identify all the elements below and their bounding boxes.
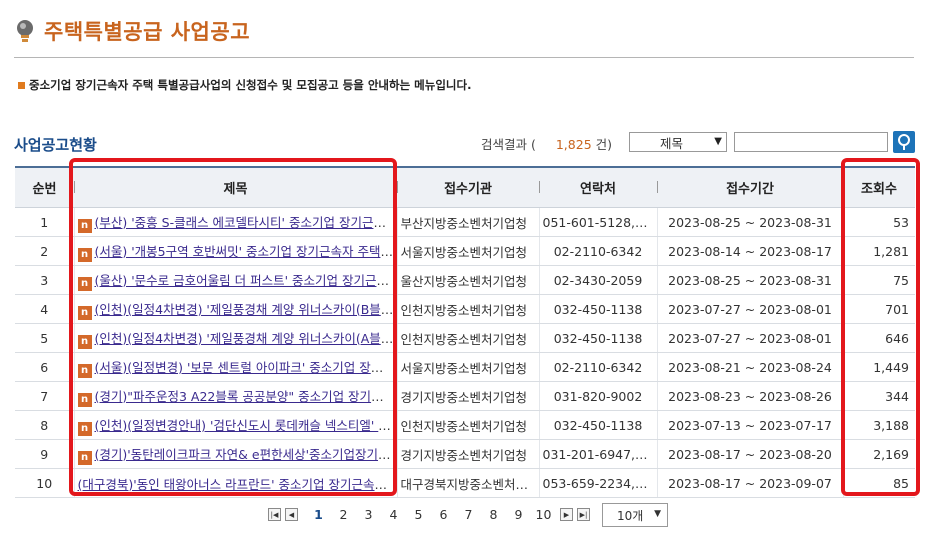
lightbulb-icon [14, 18, 36, 44]
row-number: 3 [15, 265, 74, 295]
page-number-link[interactable]: 10 [531, 507, 556, 522]
result-count: 1,825 [555, 137, 592, 152]
page-number-link[interactable]: 6 [431, 507, 456, 522]
row-agency: 서울지방중소벤처기업청 [396, 352, 539, 382]
row-number: 7 [15, 381, 74, 411]
row-period: 2023-08-17 ~ 2023-08-20 [656, 439, 843, 469]
search-field-select[interactable]: 제목 ▼ [629, 132, 727, 152]
row-agency: 대구경북지방중소벤처기업청 [396, 468, 539, 498]
row-number: 1 [15, 207, 74, 237]
search-icon [898, 134, 910, 150]
result-label: 검색결과 ( [481, 137, 536, 152]
row-period: 2023-08-17 ~ 2023-09-07 [656, 468, 843, 498]
row-period: 2023-07-27 ~ 2023-08-01 [656, 294, 843, 324]
page-size-select[interactable]: 10개 ▼ [602, 503, 668, 527]
row-period: 2023-08-25 ~ 2023-08-31 [656, 265, 843, 295]
page-number-link[interactable]: 5 [406, 507, 431, 522]
row-period: 2023-08-21 ~ 2023-08-24 [656, 352, 843, 382]
row-number: 2 [15, 236, 74, 266]
row-number: 9 [15, 439, 74, 469]
row-contact: 032-450-1138 [538, 294, 657, 324]
page-number-link[interactable]: 4 [381, 507, 406, 522]
row-period: 2023-08-23 ~ 2023-08-26 [656, 381, 843, 411]
search-result-count: 검색결과 ( 1,825 건) [481, 134, 612, 153]
row-agency: 인천지방중소벤처기업청 [396, 410, 539, 440]
row-agency: 울산지방중소벤처기업청 [396, 265, 539, 295]
row-contact: 031-201-6947,6948 [538, 439, 657, 469]
row-number: 10 [15, 468, 74, 498]
row-agency: 인천지방중소벤처기업청 [396, 323, 539, 353]
result-unit: 건) [595, 137, 613, 152]
page-number-link[interactable]: 3 [356, 507, 381, 522]
row-number: 5 [15, 323, 74, 353]
page-header: 주택특별공급 사업공고 [14, 14, 250, 48]
row-number: 4 [15, 294, 74, 324]
row-number: 6 [15, 352, 74, 382]
pagination: |◀ ◀ 1 2 3 4 5 6 7 8 9 10 ▶ ▶| [268, 507, 594, 522]
views-column-highlight [841, 158, 920, 496]
header-no: 순번 [15, 166, 74, 208]
row-contact: 031-820-9002 [538, 381, 657, 411]
page-number-link[interactable]: 1 [306, 507, 331, 522]
header-contact: 연락처 [539, 166, 657, 208]
row-agency: 서울지방중소벤처기업청 [396, 236, 539, 266]
header-agency: 접수기관 [397, 166, 539, 208]
row-agency: 부산지방중소벤처기업청 [396, 207, 539, 237]
row-contact: 02-3430-2059 [538, 265, 657, 295]
chevron-down-icon: ▼ [714, 136, 722, 147]
page-number-link[interactable]: 2 [331, 507, 356, 522]
row-contact: 02-2110-6342 [538, 352, 657, 382]
row-contact: 02-2110-6342 [538, 236, 657, 266]
row-agency: 인천지방중소벤처기업청 [396, 294, 539, 324]
row-contact: 032-450-1138 [538, 410, 657, 440]
prev-page-button[interactable]: ◀ [285, 508, 298, 521]
header-period: 접수기간 [657, 166, 843, 208]
row-contact: 051-601-5128,5129 [538, 207, 657, 237]
page-number-link[interactable]: 9 [506, 507, 531, 522]
row-agency: 경기지방중소벤처기업청 [396, 439, 539, 469]
description-text: 중소기업 장기근속자 주택 특별공급사업의 신청접수 및 모집공고 등을 안내하… [29, 78, 472, 92]
title-divider [14, 57, 914, 58]
row-period: 2023-08-25 ~ 2023-08-31 [656, 207, 843, 237]
search-field-value: 제목 [660, 135, 684, 151]
row-number: 8 [15, 410, 74, 440]
row-period: 2023-08-14 ~ 2023-08-17 [656, 236, 843, 266]
page-title: 주택특별공급 사업공고 [44, 20, 251, 44]
row-agency: 경기지방중소벤처기업청 [396, 381, 539, 411]
first-page-button[interactable]: |◀ [268, 508, 281, 521]
row-contact: 032-450-1138 [538, 323, 657, 353]
section-title: 사업공고현황 [14, 136, 97, 154]
row-period: 2023-07-13 ~ 2023-07-17 [656, 410, 843, 440]
next-page-button[interactable]: ▶ [560, 508, 573, 521]
row-contact: 053-659-2234,2235 [538, 468, 657, 498]
search-button[interactable] [893, 131, 915, 153]
page-description: 중소기업 장기근속자 주택 특별공급사업의 신청접수 및 모집공고 등을 안내하… [18, 77, 471, 93]
page-size-value: 10개 [617, 508, 644, 523]
page-number-link[interactable]: 7 [456, 507, 481, 522]
row-period: 2023-07-27 ~ 2023-08-01 [656, 323, 843, 353]
last-page-button[interactable]: ▶| [577, 508, 590, 521]
bullet-icon [18, 81, 25, 89]
chevron-down-icon: ▼ [654, 509, 661, 519]
search-input[interactable] [734, 132, 888, 152]
subject-column-highlight [69, 158, 397, 496]
page-number-link[interactable]: 8 [481, 507, 506, 522]
